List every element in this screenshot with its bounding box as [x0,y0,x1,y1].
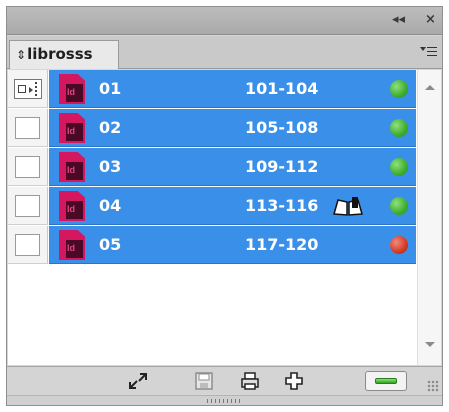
status-indicator-icon [390,197,408,215]
document-row[interactable]: Id 01 101-104 [8,70,416,108]
selected-row-background: Id 02 105-108 [49,109,416,147]
page-range: 117-120 [245,235,319,254]
indesign-document-icon: Id [59,152,85,182]
scroll-down-arrow-icon[interactable] [425,342,435,347]
document-name: 05 [99,235,122,254]
synchronize-icon[interactable] [127,370,149,392]
scroll-up-arrow-icon[interactable] [425,85,435,90]
panel-title-bar[interactable]: ◂◂ × [7,7,442,35]
tab-book[interactable]: ⇕librosss [9,40,119,69]
indesign-document-icon: Id [59,191,85,221]
status-indicator-icon [390,80,408,98]
drag-grip-icon[interactable] [207,399,243,403]
resize-grip-icon[interactable] [427,380,439,392]
document-row[interactable]: Id 05 117-120 [8,226,416,264]
panel-bottom-toolbar [7,366,442,394]
page-range: 101-104 [245,79,319,98]
document-row[interactable]: Id 02 105-108 [8,109,416,147]
open-book-icon [333,197,363,216]
style-source-box[interactable] [15,195,40,217]
vertical-scrollbar[interactable] [417,70,441,365]
status-indicator-icon [390,236,408,254]
double-left-arrow-icon[interactable]: ◂◂ [392,12,405,28]
document-list: Id 01 101-104 Id 02 105-108 Id 03 109-11… [8,70,441,365]
style-source-box[interactable] [15,117,40,139]
page-range: 109-112 [245,157,319,176]
status-indicator-icon [390,158,408,176]
panel-tab-bar: ⇕librosss [7,36,442,69]
remove-document-button[interactable] [365,371,407,391]
save-book-icon[interactable] [193,370,215,392]
minus-icon [375,378,397,384]
selected-row-background: Id 01 101-104 [49,70,416,108]
document-name: 03 [99,157,122,176]
selected-row-background: Id 04 113-116 [49,187,416,225]
panel-menu-icon[interactable] [420,43,438,59]
panel-footer[interactable] [7,395,442,405]
tab-label: librosss [27,45,93,63]
page-range: 105-108 [245,118,319,137]
row-control-cell [8,226,48,264]
status-indicator-icon [390,119,408,137]
indesign-document-icon: Id [59,230,85,260]
row-control-cell [8,70,48,108]
add-document-icon[interactable] [283,370,305,392]
indesign-document-icon: Id [59,113,85,143]
document-name: 02 [99,118,122,137]
row-control-cell [8,109,48,147]
document-row[interactable]: Id 04 113-116 [8,187,416,225]
selected-row-background: Id 03 109-112 [49,148,416,186]
style-source-icon[interactable] [14,79,42,99]
row-control-cell [8,187,48,225]
document-name: 04 [99,196,122,215]
selected-row-background: Id 05 117-120 [49,226,416,264]
style-source-box[interactable] [15,234,40,256]
close-icon[interactable]: × [425,12,436,28]
page-range: 113-116 [245,196,319,215]
tab-arrows-icon: ⇕ [16,48,27,62]
row-control-cell [8,148,48,186]
style-source-box[interactable] [15,156,40,178]
print-book-icon[interactable] [239,370,261,392]
book-panel: ◂◂ × ⇕librosss Id 01 101-104 Id 02 105-1… [6,6,443,406]
document-name: 01 [99,79,122,98]
indesign-document-icon: Id [59,74,85,104]
document-row[interactable]: Id 03 109-112 [8,148,416,186]
